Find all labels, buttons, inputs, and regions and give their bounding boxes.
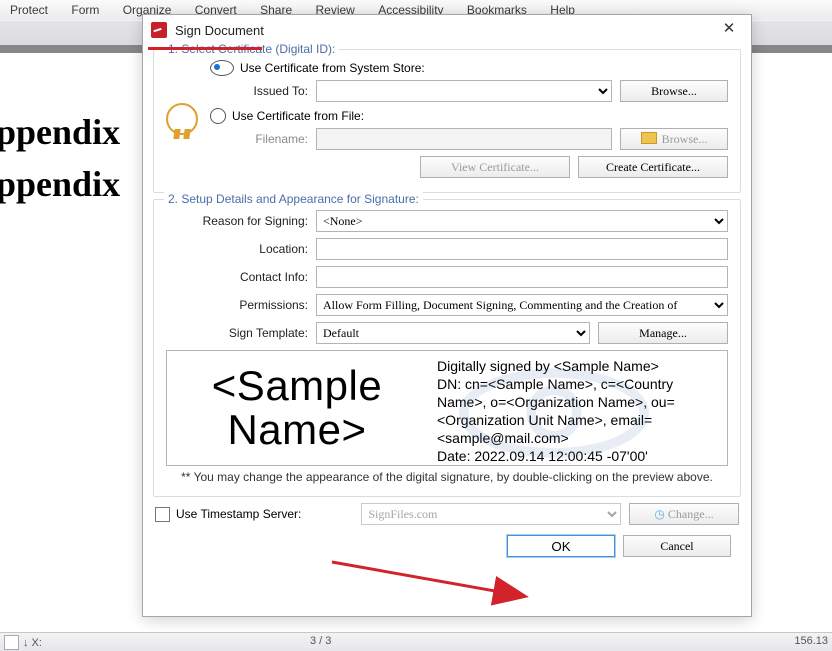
location-label: Location:	[166, 242, 316, 256]
browse-system-button[interactable]: Browse...	[620, 80, 728, 102]
zoom-value: 156.13	[794, 635, 828, 647]
reason-label: Reason for Signing:	[166, 214, 316, 228]
annotation-underline	[148, 47, 262, 50]
radio-system-store[interactable]	[210, 60, 234, 76]
radio-from-file[interactable]	[210, 108, 226, 124]
template-select[interactable]: Default	[316, 322, 590, 344]
filename-input	[316, 128, 612, 150]
status-bar: ↓ X: 3 / 3 156.13	[0, 632, 832, 651]
use-timestamp-label: Use Timestamp Server:	[176, 507, 301, 521]
radio-from-file-label: Use Certificate from File:	[232, 109, 364, 123]
change-timestamp-button: ◷ Change...	[629, 503, 739, 525]
reason-select[interactable]: <None>	[316, 210, 728, 232]
issued-to-select[interactable]	[316, 80, 612, 102]
timestamp-server-select: SignFiles.com	[361, 503, 621, 525]
ok-button[interactable]: OK	[507, 535, 615, 557]
doc-text-1: ppendix	[0, 111, 120, 153]
contact-label: Contact Info:	[166, 270, 316, 284]
certificate-group: 1. Select Certificate (Digital ID): Use …	[153, 49, 741, 193]
template-label: Sign Template:	[166, 326, 316, 340]
folder-icon	[641, 132, 657, 144]
cancel-button[interactable]: Cancel	[623, 535, 731, 557]
menu-form[interactable]: Form	[61, 0, 109, 19]
signature-preview[interactable]: <Sample Name> Digitally signed by <Sampl…	[166, 350, 728, 466]
sign-document-dialog: Sign Document ✕ 1. Select Certificate (D…	[142, 14, 752, 617]
dialog-titlebar: Sign Document ✕	[143, 15, 751, 45]
signature-details-group: 2. Setup Details and Appearance for Sign…	[153, 199, 741, 497]
certificate-badge-icon	[166, 103, 210, 135]
section2-title: 2. Setup Details and Appearance for Sign…	[164, 192, 423, 206]
contact-input[interactable]	[316, 266, 728, 288]
create-certificate-button[interactable]: Create Certificate...	[578, 156, 728, 178]
eye-watermark-icon	[459, 365, 649, 461]
app-icon	[151, 22, 167, 38]
doc-text-2: ppendix	[0, 163, 120, 205]
use-timestamp-checkbox[interactable]	[155, 507, 170, 522]
clock-icon: ◷	[654, 507, 667, 521]
filename-label: Filename:	[210, 132, 316, 146]
preview-sample-name: <Sample Name>	[167, 351, 427, 465]
dialog-footer: OK Cancel	[153, 525, 741, 557]
browse-file-button: Browse...	[620, 128, 728, 150]
issued-to-label: Issued To:	[210, 84, 316, 98]
radio-system-store-label: Use Certificate from System Store:	[240, 61, 425, 75]
permissions-select[interactable]: Allow Form Filling, Document Signing, Co…	[316, 294, 728, 316]
status-icon-1[interactable]	[4, 635, 19, 650]
status-xy: ↓ X:	[23, 637, 42, 649]
close-icon[interactable]: ✕	[713, 19, 745, 41]
manage-templates-button[interactable]: Manage...	[598, 322, 728, 344]
view-certificate-button: View Certificate...	[420, 156, 570, 178]
dialog-title: Sign Document	[175, 23, 264, 38]
permissions-label: Permissions:	[166, 298, 316, 312]
location-input[interactable]	[316, 238, 728, 260]
menu-protect[interactable]: Protect	[0, 0, 58, 19]
page-counter: 3 / 3	[310, 635, 331, 647]
preview-note: ** You may change the appearance of the …	[166, 470, 728, 484]
